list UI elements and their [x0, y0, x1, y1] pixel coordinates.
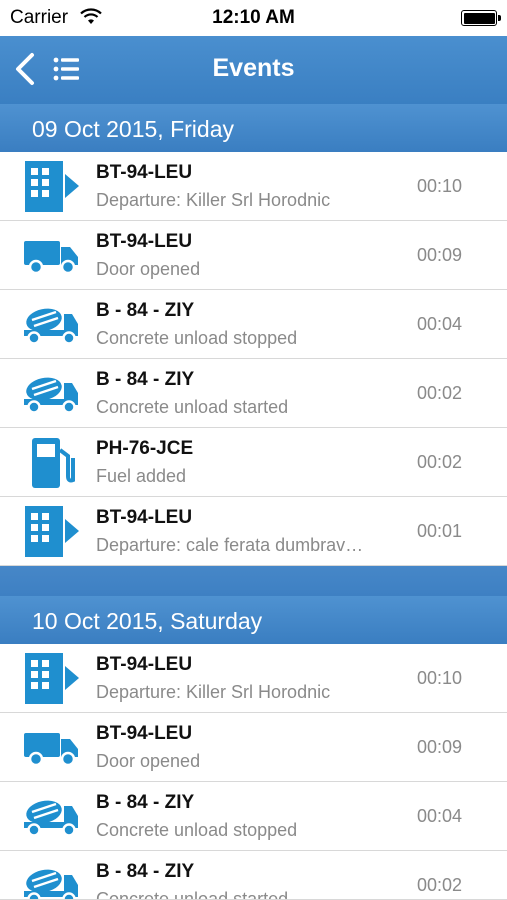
event-description: Door opened	[96, 259, 201, 279]
status-bar: Carrier 12:10 AM	[0, 0, 507, 36]
event-description: Door opened	[96, 751, 201, 771]
event-time: 00:09	[416, 245, 462, 265]
concrete-mixer-icon	[24, 308, 78, 345]
vehicle-plate: BT-94-LEU	[96, 723, 193, 744]
event-row[interactable]: BT-94-LEU Departure: Killer Srl Horodnic…	[0, 152, 507, 221]
truck-icon	[24, 733, 78, 767]
event-time: 00:10	[416, 176, 462, 196]
page-title: Events	[212, 54, 295, 82]
event-time: 00:02	[416, 875, 462, 895]
event-description: Fuel added	[96, 466, 187, 486]
event-row[interactable]: B - 84 - ZIY Concrete unload stopped 00:…	[0, 782, 507, 851]
concrete-mixer-icon	[24, 377, 78, 414]
vehicle-plate: BT-94-LEU	[96, 231, 193, 252]
vehicle-plate: B - 84 - ZIY	[96, 369, 195, 390]
event-description: Concrete unload stopped	[96, 820, 298, 840]
building-departure-icon	[25, 653, 79, 704]
fuel-pump-icon	[32, 438, 75, 488]
vehicle-plate: B - 84 - ZIY	[96, 861, 195, 882]
event-time: 00:10	[416, 668, 462, 688]
event-row[interactable]: B - 84 - ZIY Concrete unload stopped 00:…	[0, 290, 507, 359]
vehicle-plate: BT-94-LEU	[96, 507, 193, 528]
event-row[interactable]: BT-94-LEU Departure: cale ferata dumbrav…	[0, 497, 507, 566]
section-spacer	[0, 566, 507, 596]
event-description: Departure: cale ferata dumbrav…	[96, 535, 364, 555]
event-row[interactable]: B - 84 - ZIY Concrete unload started 00:…	[0, 851, 507, 900]
building-departure-icon	[25, 506, 79, 557]
event-time: 00:02	[416, 383, 462, 403]
event-row[interactable]: BT-94-LEU Departure: Killer Srl Horodnic…	[0, 644, 507, 713]
event-time: 00:04	[416, 806, 462, 826]
navigation-bar: Events	[0, 36, 507, 104]
section-header-2: 10 Oct 2015, Saturday	[0, 596, 507, 644]
vehicle-plate: B - 84 - ZIY	[96, 792, 195, 813]
event-description: Concrete unload started	[96, 889, 289, 900]
vehicle-plate: B - 84 - ZIY	[96, 300, 195, 321]
building-departure-icon	[25, 161, 79, 212]
battery-icon	[461, 10, 501, 26]
clock: 12:10 AM	[212, 7, 295, 28]
vehicle-plate: BT-94-LEU	[96, 162, 193, 183]
event-row[interactable]: B - 84 - ZIY Concrete unload started 00:…	[0, 359, 507, 428]
event-time: 00:01	[416, 521, 462, 541]
event-description: Concrete unload started	[96, 397, 289, 417]
event-time: 00:04	[416, 314, 462, 334]
vehicle-plate: PH-76-JCE	[96, 438, 194, 459]
event-description: Departure: Killer Srl Horodnic	[96, 682, 331, 702]
truck-icon	[24, 241, 78, 275]
section-date: 09 Oct 2015, Friday	[32, 116, 234, 142]
concrete-mixer-icon	[24, 869, 78, 899]
section-date: 10 Oct 2015, Saturday	[32, 608, 263, 634]
event-row[interactable]: PH-76-JCE Fuel added 00:02	[0, 428, 507, 497]
event-time: 00:09	[416, 737, 462, 757]
event-time: 00:02	[416, 452, 462, 472]
event-row[interactable]: BT-94-LEU Door opened 00:09	[0, 221, 507, 290]
event-description: Concrete unload stopped	[96, 328, 298, 348]
vehicle-plate: BT-94-LEU	[96, 654, 193, 675]
concrete-mixer-icon	[24, 800, 78, 837]
section-header-1: 09 Oct 2015, Friday	[0, 104, 507, 152]
event-row[interactable]: BT-94-LEU Door opened 00:09	[0, 713, 507, 782]
event-description: Departure: Killer Srl Horodnic	[96, 190, 331, 210]
